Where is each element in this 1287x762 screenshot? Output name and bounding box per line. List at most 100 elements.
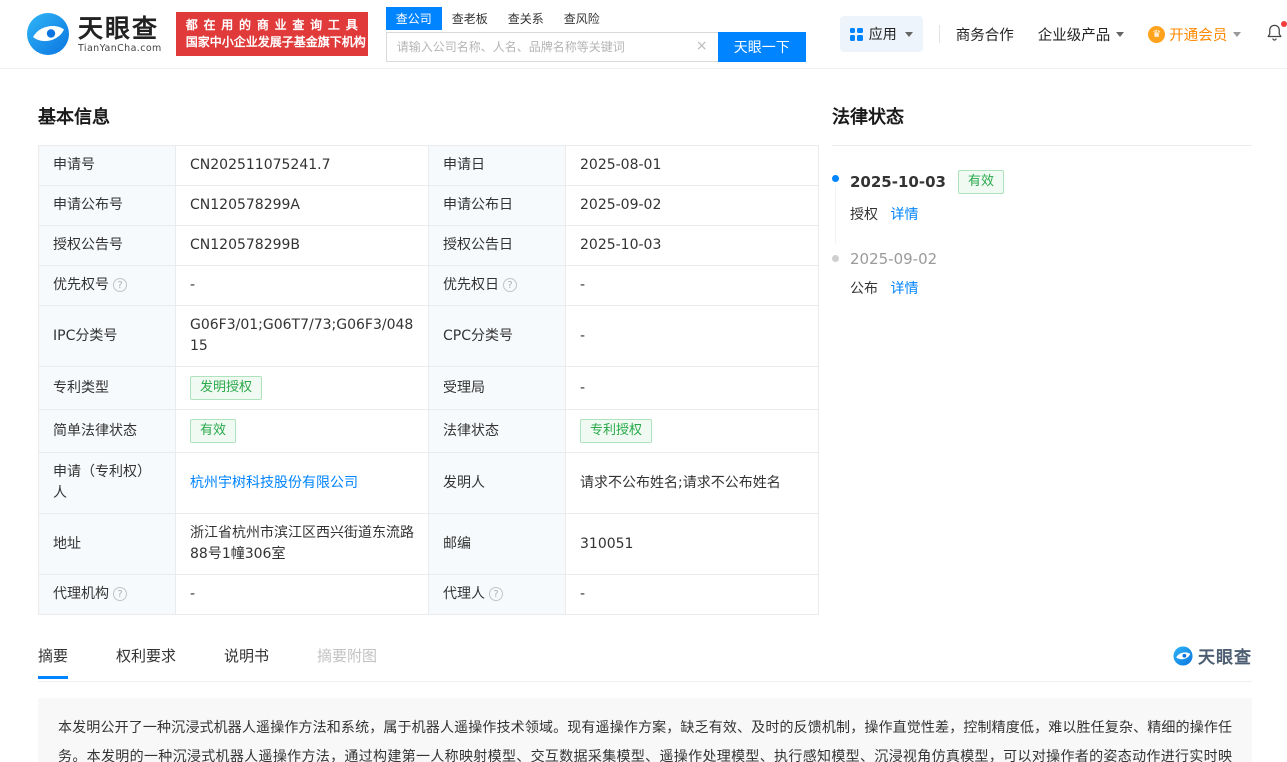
field-value: -: [580, 277, 586, 293]
timeline-event: 授权: [850, 207, 878, 223]
main-content: 基本信息 申请号 CN202511075241.7 申请日 2025-08-01…: [0, 103, 1287, 615]
field-value: CN202511075241.7: [190, 157, 331, 173]
watermark-text: 天眼查: [1198, 648, 1252, 668]
field-value: 2025-08-01: [580, 157, 662, 173]
top-header: 天眼查 TianYanCha.com 都在用的商业查询工具 国家中小企业发展子基…: [0, 0, 1287, 69]
crown-icon: ♛: [1148, 25, 1166, 43]
timeline-detail-link[interactable]: 详情: [890, 281, 918, 297]
field-label: 优先权日: [443, 277, 499, 293]
field-label: 邮编: [443, 535, 471, 552]
table-row: 地址 浙江省杭州市滨江区西兴街道东流路88号1幢306室 邮编 310051: [38, 513, 819, 575]
timeline-dot-inactive: [832, 255, 839, 262]
table-row: 代理机构 - 代理人 -: [38, 574, 819, 615]
slogan-badge: 都在用的商业查询工具 国家中小企业发展子基金旗下机构: [175, 12, 368, 56]
table-row: 申请（专利权）人 杭州宇树科技股份有限公司 发明人 请求不公布姓名;请求不公布姓…: [38, 452, 819, 514]
legal-status-tag: 专利授权: [580, 419, 653, 443]
apps-grid-icon: [849, 27, 863, 41]
nav-item-open-vip[interactable]: ♛ 开通会员: [1148, 24, 1242, 45]
document-tabs: 摘要 权利要求 说明书 摘要附图 天眼查: [38, 643, 1252, 682]
field-label: 申请号: [53, 157, 95, 173]
header-search-area: 查公司 查老板 查关系 查风险 × 天眼一下: [385, 6, 806, 62]
legal-status-section: 法律状态 2025-10-03 有效 授权 详情 2025-09-02 公布 详…: [832, 103, 1252, 324]
abstract-text: 本发明公开了一种沉浸式机器人遥操作方法和系统，属于机器人遥操作技术领域。现有遥操…: [38, 698, 1252, 762]
timeline-dot-active: [832, 175, 839, 182]
logo-text: 天眼查 TianYanCha.com: [78, 14, 162, 54]
header-nav: 商务合作 企业级产品 ♛ 开通会员: [956, 24, 1242, 45]
basic-info-section: 基本信息 申请号 CN202511075241.7 申请日 2025-08-01…: [38, 103, 819, 615]
tianyancha-watermark-icon: [1173, 645, 1193, 666]
help-icon[interactable]: [489, 587, 503, 601]
timeline-date: 2025-09-02: [850, 250, 938, 268]
search-input[interactable]: [385, 31, 718, 62]
basic-info-table: 申请号 CN202511075241.7 申请日 2025-08-01 申请公布…: [38, 145, 819, 615]
field-label: IPC分类号: [53, 327, 118, 344]
legal-status-title: 法律状态: [832, 107, 904, 128]
field-value: -: [190, 277, 196, 293]
tab-abstract[interactable]: 摘要: [38, 645, 69, 679]
clear-icon[interactable]: ×: [694, 38, 710, 54]
help-icon[interactable]: [503, 278, 517, 292]
field-label: 专利类型: [53, 379, 109, 396]
timeline-item: 2025-09-02 公布 详情: [832, 250, 1252, 298]
field-value: -: [190, 586, 196, 602]
notification-bell[interactable]: [1265, 20, 1287, 46]
field-value: 2025-10-03: [580, 237, 662, 253]
timeline-event: 公布: [850, 281, 878, 297]
document-section: 摘要 权利要求 说明书 摘要附图 天眼查 本发明公开了一种沉浸式机器人遥操作方法…: [0, 643, 1287, 762]
field-value: 310051: [580, 535, 634, 552]
tab-claims[interactable]: 权利要求: [116, 645, 176, 666]
field-value: 2025-09-02: [580, 197, 662, 213]
tianyancha-logo[interactable]: 天眼查 TianYanCha.com: [26, 12, 162, 56]
field-label: 授权公告号: [53, 237, 123, 253]
timeline-detail-link[interactable]: 详情: [890, 207, 918, 223]
timeline-status-tag: 有效: [957, 170, 1004, 194]
field-label: 优先权号: [53, 277, 109, 293]
help-icon[interactable]: [113, 278, 127, 292]
search-button[interactable]: 天眼一下: [717, 31, 806, 62]
table-row: 申请公布号 CN120578299A 申请公布日 2025-09-02: [38, 185, 819, 226]
field-value: -: [580, 586, 586, 602]
field-label: 申请日: [443, 157, 485, 173]
field-value: CN120578299A: [190, 197, 300, 213]
search-tab-boss[interactable]: 查老板: [442, 7, 498, 30]
table-row: 简单法律状态 有效 法律状态 专利授权: [38, 409, 819, 453]
applicant-company-link[interactable]: 杭州宇树科技股份有限公司: [190, 475, 358, 491]
tianyancha-logo-icon: [27, 13, 69, 55]
tab-description[interactable]: 说明书: [224, 645, 269, 666]
table-row: 专利类型 发明授权 受理局 -: [38, 366, 819, 410]
field-label: 地址: [53, 535, 81, 552]
field-label: 代理机构: [53, 586, 109, 602]
patent-detail-page: 天眼查 TianYanCha.com 都在用的商业查询工具 国家中小企业发展子基…: [0, 0, 1287, 762]
search-box: × 天眼一下: [385, 31, 806, 62]
help-icon[interactable]: [113, 587, 127, 601]
search-tab-risk[interactable]: 查风险: [554, 7, 610, 30]
notification-dot: [1281, 20, 1287, 27]
apps-menu-button[interactable]: 应用: [839, 16, 923, 52]
slogan-line2: 国家中小企业发展子基金旗下机构: [185, 35, 366, 49]
timeline-item: 2025-10-03 有效 授权 详情: [832, 170, 1252, 244]
field-label: 简单法律状态: [53, 422, 137, 439]
field-label: 申请公布日: [443, 197, 513, 213]
field-value: -: [580, 379, 586, 396]
patent-type-tag: 发明授权: [190, 376, 263, 400]
field-value: 请求不公布姓名;请求不公布姓名: [580, 474, 781, 491]
tab-abstract-figure: 摘要附图: [317, 647, 378, 665]
slogan-line1: 都在用的商业查询工具: [185, 18, 358, 32]
table-row: IPC分类号 G06F3/01;G06T7/73;G06F3/04815 CPC…: [38, 305, 819, 367]
field-label: 发明人: [443, 474, 485, 491]
timeline-date: 2025-10-03: [850, 173, 946, 191]
search-type-tabs: 查公司 查老板 查关系 查风险: [385, 6, 806, 30]
field-label: 法律状态: [443, 422, 499, 439]
field-value: G06F3/01;G06T7/73;G06F3/04815: [190, 317, 414, 354]
search-tab-company[interactable]: 查公司: [385, 6, 442, 30]
nav-item-enterprise-products[interactable]: 企业级产品: [1038, 24, 1125, 45]
table-row: 优先权号 - 优先权日 -: [38, 265, 819, 306]
header-divider: [938, 25, 940, 43]
field-label: 申请公布号: [53, 197, 123, 213]
field-label: CPC分类号: [443, 327, 513, 344]
nav-item-business-cooperation[interactable]: 商务合作: [956, 24, 1014, 45]
chevron-down-icon: [904, 31, 913, 37]
chevron-down-icon: [1116, 31, 1125, 37]
search-tab-relation[interactable]: 查关系: [498, 7, 554, 30]
table-row: 申请号 CN202511075241.7 申请日 2025-08-01: [38, 145, 819, 186]
